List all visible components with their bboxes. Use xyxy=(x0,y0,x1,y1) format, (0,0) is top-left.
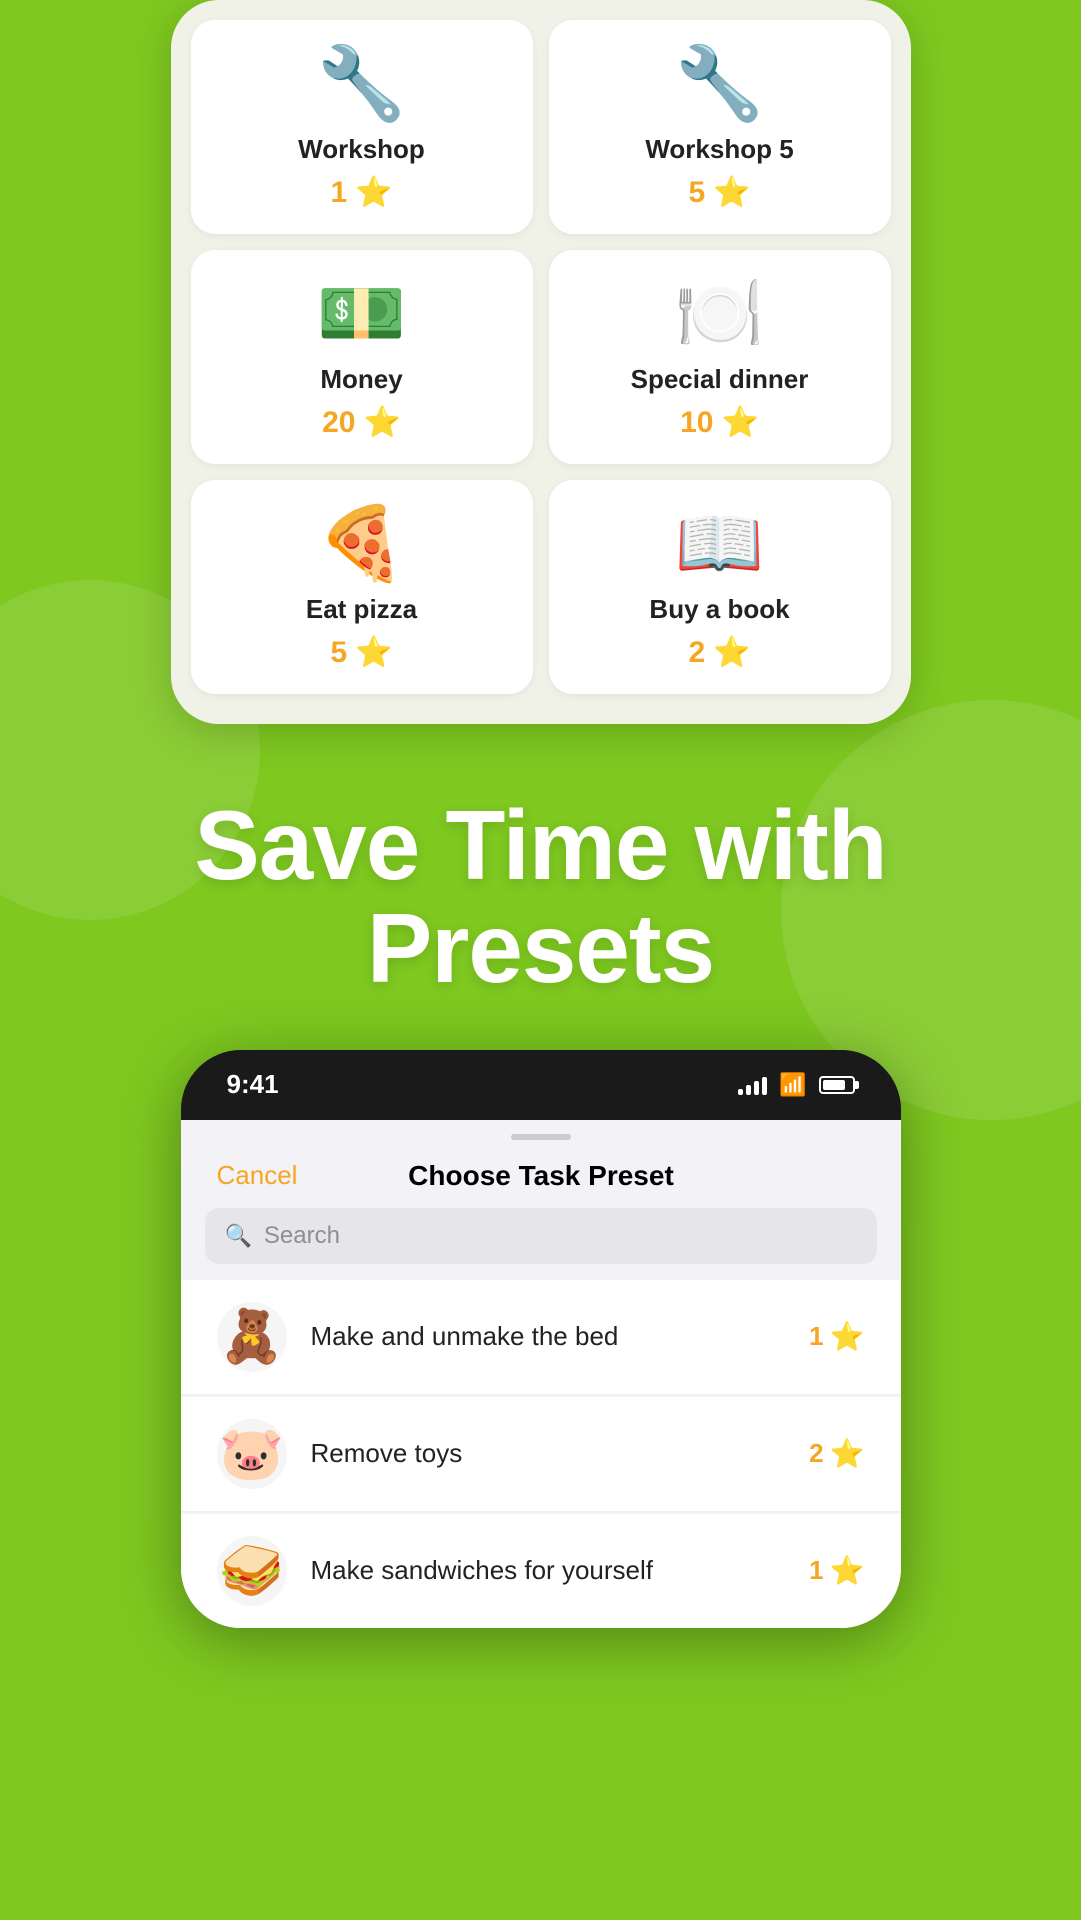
search-icon: 🔍 xyxy=(225,1223,252,1249)
task-icon-remove-toys: 🐷 xyxy=(217,1419,287,1489)
reward-name-eat-pizza: Eat pizza xyxy=(306,594,417,625)
reward-icon-eat-pizza: 🍕 xyxy=(317,508,407,580)
reward-item-workshop5[interactable]: 🔧 Workshop 5 5 ⭐ xyxy=(549,20,891,234)
battery-icon xyxy=(819,1076,855,1094)
phone-mockup: 9:41 📶 Cancel Choose Task Preset xyxy=(181,1050,901,1628)
phone-screen: Cancel Choose Task Preset 🔍 Search 🧸 Mak… xyxy=(181,1120,901,1628)
status-icons: 📶 xyxy=(738,1072,854,1098)
sheet-title: Choose Task Preset xyxy=(408,1160,674,1192)
sheet-handle xyxy=(181,1120,901,1150)
task-points-sandwiches: 1 ⭐ xyxy=(809,1554,864,1587)
status-time: 9:41 xyxy=(227,1069,279,1100)
reward-points-workshop1: 1 ⭐ xyxy=(330,175,392,210)
star-icon: ⭐ xyxy=(364,405,401,440)
reward-item-buy-book[interactable]: 📖 Buy a book 2 ⭐ xyxy=(549,480,891,694)
star-icon: ⭐ xyxy=(355,175,392,210)
reward-points-buy-book: 2 ⭐ xyxy=(688,635,750,670)
hero-section: Save Time with Presets xyxy=(0,724,1081,1050)
task-points-remove-toys: 2 ⭐ xyxy=(809,1437,864,1470)
task-name-remove-toys: Remove toys xyxy=(311,1438,786,1469)
star-icon: ⭐ xyxy=(713,175,750,210)
task-name-make-bed: Make and unmake the bed xyxy=(311,1321,786,1352)
reward-item-eat-pizza[interactable]: 🍕 Eat pizza 5 ⭐ xyxy=(191,480,533,694)
task-list: 🧸 Make and unmake the bed 1 ⭐ 🐷 Remove t… xyxy=(181,1280,901,1628)
reward-icon-workshop5: 🔧 xyxy=(675,48,765,120)
reward-name-special-dinner: Special dinner xyxy=(631,364,809,395)
reward-points-workshop5: 5 ⭐ xyxy=(688,175,750,210)
handle-bar xyxy=(511,1134,571,1140)
reward-points-special-dinner: 10 ⭐ xyxy=(680,405,759,440)
task-item-make-bed[interactable]: 🧸 Make and unmake the bed 1 ⭐ xyxy=(181,1280,901,1395)
task-star-icon: ⭐ xyxy=(830,1320,865,1353)
reward-name-money: Money xyxy=(320,364,402,395)
star-icon: ⭐ xyxy=(722,405,759,440)
star-icon: ⭐ xyxy=(713,635,750,670)
cancel-button[interactable]: Cancel xyxy=(217,1160,298,1191)
task-star-icon: ⭐ xyxy=(830,1437,865,1470)
task-item-remove-toys[interactable]: 🐷 Remove toys 2 ⭐ xyxy=(181,1397,901,1512)
reward-item-money[interactable]: 💵 Money 20 ⭐ xyxy=(191,250,533,464)
reward-icon-workshop1: 🔧 xyxy=(317,48,407,120)
task-star-icon: ⭐ xyxy=(830,1554,865,1587)
search-container: 🔍 Search xyxy=(181,1208,901,1280)
reward-points-eat-pizza: 5 ⭐ xyxy=(330,635,392,670)
task-name-sandwiches: Make sandwiches for yourself xyxy=(311,1555,786,1586)
sheet-header: Cancel Choose Task Preset xyxy=(181,1150,901,1208)
reward-name-buy-book: Buy a book xyxy=(649,594,789,625)
reward-points-money: 20 ⭐ xyxy=(322,405,401,440)
search-bar[interactable]: 🔍 Search xyxy=(205,1208,877,1264)
reward-icon-money: 💵 xyxy=(317,278,407,350)
hero-title: Save Time with Presets xyxy=(60,794,1021,1000)
task-icon-make-bed: 🧸 xyxy=(217,1302,287,1372)
reward-name-workshop5: Workshop 5 xyxy=(645,134,793,165)
star-icon: ⭐ xyxy=(355,635,392,670)
reward-item-special-dinner[interactable]: 🍽️ Special dinner 10 ⭐ xyxy=(549,250,891,464)
reward-icon-buy-book: 📖 xyxy=(675,508,765,580)
reward-name-workshop1: Workshop xyxy=(298,134,425,165)
rewards-grid: 🔧 Workshop 1 ⭐ 🔧 Workshop 5 5 ⭐ 💵 Money … xyxy=(191,20,891,694)
signal-icon xyxy=(738,1075,767,1095)
task-points-make-bed: 1 ⭐ xyxy=(809,1320,864,1353)
rewards-card: 🔧 Workshop 1 ⭐ 🔧 Workshop 5 5 ⭐ 💵 Money … xyxy=(171,0,911,724)
reward-icon-special-dinner: 🍽️ xyxy=(675,278,765,350)
status-bar: 9:41 📶 xyxy=(181,1050,901,1120)
reward-item-workshop1[interactable]: 🔧 Workshop 1 ⭐ xyxy=(191,20,533,234)
task-item-sandwiches[interactable]: 🥪 Make sandwiches for yourself 1 ⭐ xyxy=(181,1514,901,1628)
wifi-icon: 📶 xyxy=(779,1072,806,1098)
search-placeholder: Search xyxy=(264,1222,340,1250)
task-icon-sandwiches: 🥪 xyxy=(217,1536,287,1606)
